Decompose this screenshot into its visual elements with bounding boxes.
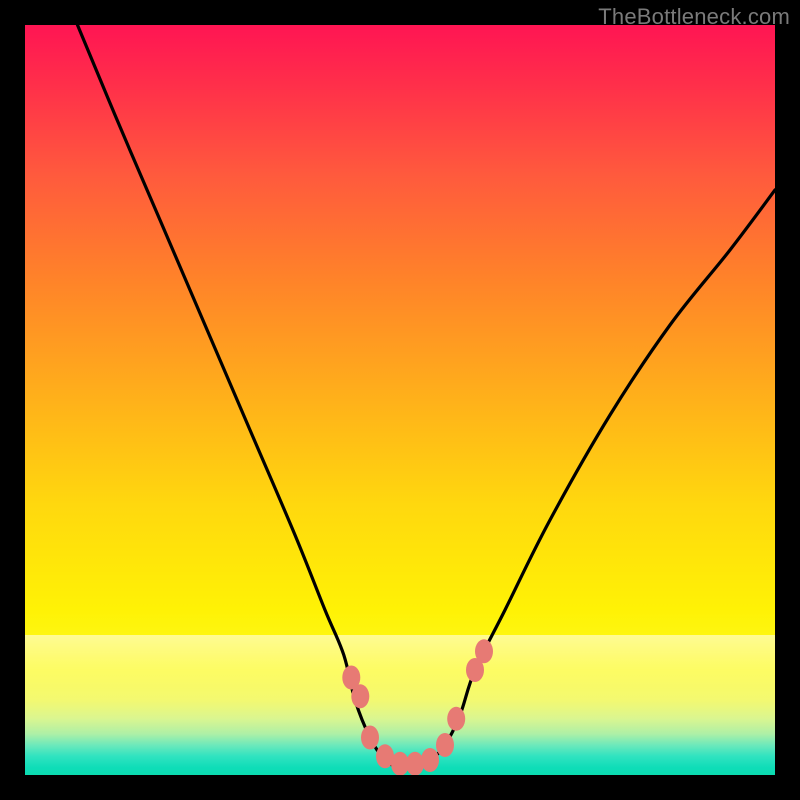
data-point <box>406 752 424 775</box>
data-point <box>447 707 465 731</box>
data-point-markers <box>342 639 493 775</box>
data-point <box>361 726 379 750</box>
chart-stage: TheBottleneck.com <box>0 0 800 800</box>
plot-area <box>25 25 775 775</box>
bottleneck-curve <box>78 25 776 769</box>
data-point <box>475 639 493 663</box>
data-point <box>351 684 369 708</box>
curve-layer <box>25 25 775 775</box>
data-point <box>421 748 439 772</box>
data-point <box>436 733 454 757</box>
